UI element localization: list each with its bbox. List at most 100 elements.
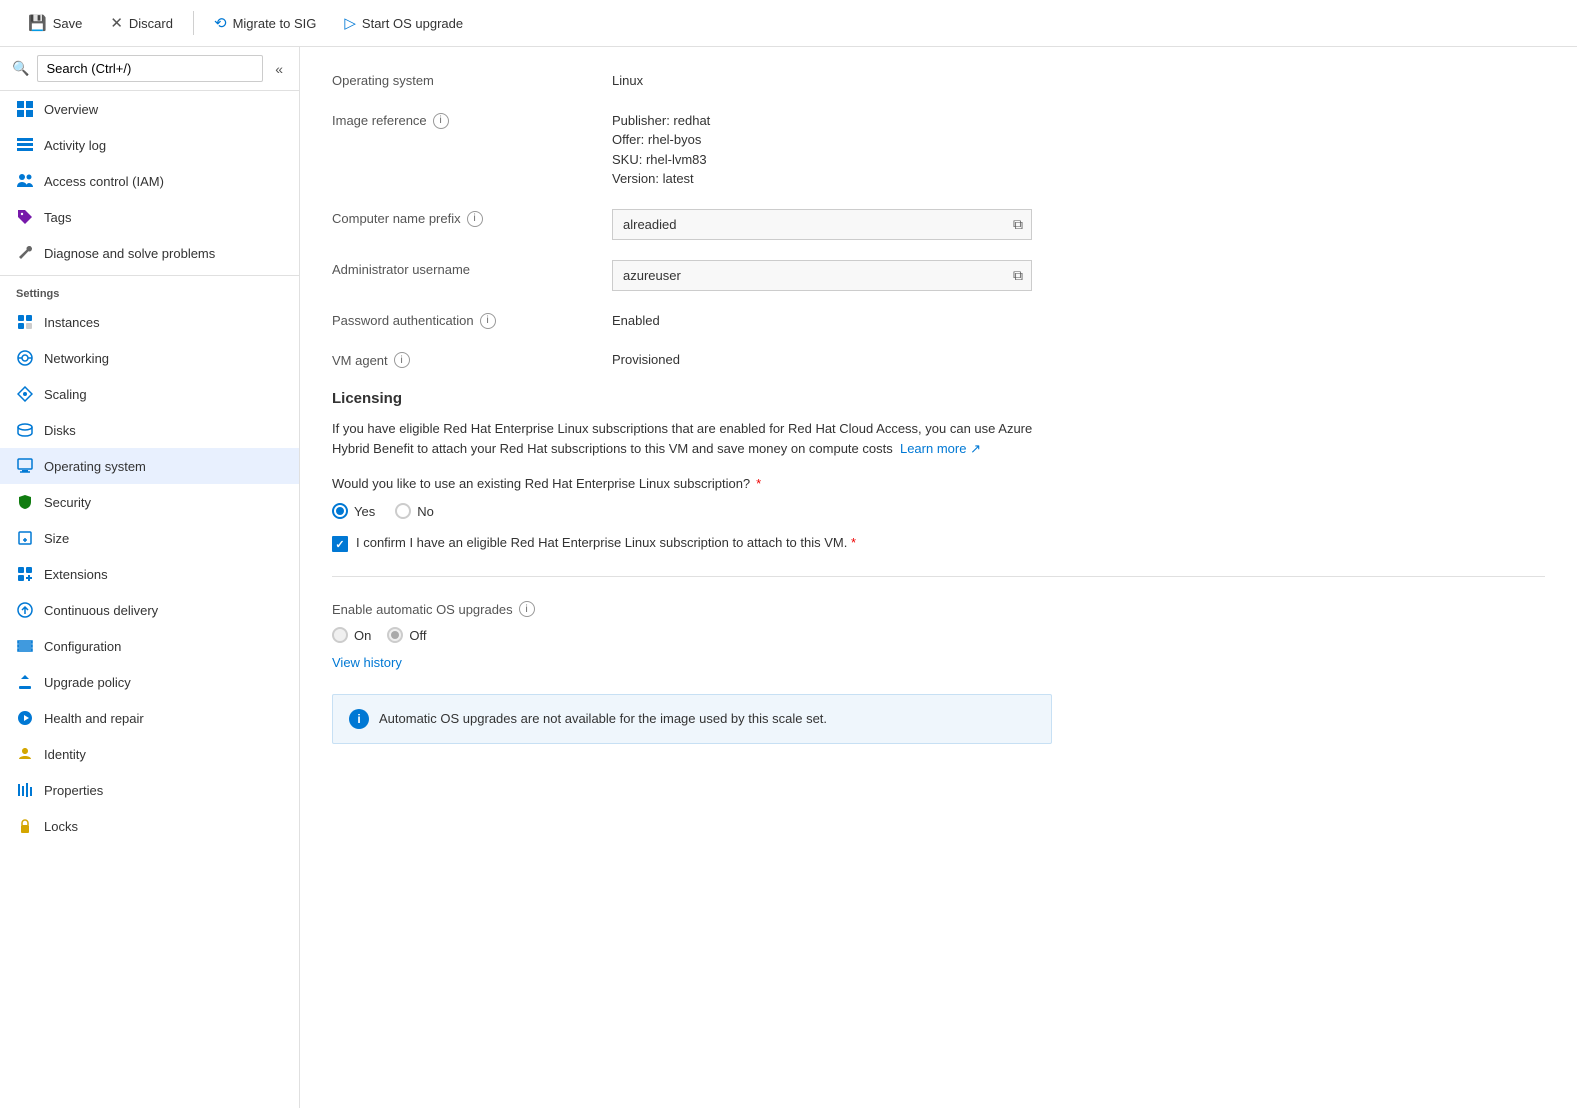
people-icon [16,172,34,190]
radio-no-circle [395,503,411,519]
sidebar: 🔍 « Overview Activity log Access control… [0,47,300,1108]
image-ref-info-icon[interactable]: i [433,113,449,129]
start-upgrade-icon: ▷ [344,14,356,32]
save-icon: 💾 [28,14,47,32]
os-label: Operating system [332,71,612,88]
computer-name-value: ⧉ [612,209,1545,240]
sidebar-label-instances: Instances [44,315,100,330]
toolbar: 💾 Save ✕ Discard ⟲ Migrate to SIG ▷ Star… [0,0,1577,47]
computer-name-label: Computer name prefix i [332,209,612,227]
sidebar-item-diagnose[interactable]: Diagnose and solve problems [0,235,299,271]
sidebar-item-activity-log[interactable]: Activity log [0,127,299,163]
upgrade-icon [16,673,34,691]
admin-username-input[interactable] [613,262,1005,289]
image-ref-label: Image reference i [332,111,612,129]
image-ref-value: Publisher: redhat Offer: rhel-byos SKU: … [612,111,1545,189]
password-auth-info-icon[interactable]: i [480,313,496,329]
confirm-checkbox[interactable]: ✓ [332,536,348,552]
admin-username-copy-button[interactable]: ⧉ [1005,261,1031,290]
sidebar-label-tags: Tags [44,210,71,225]
vm-agent-row: VM agent i Provisioned [332,350,1545,370]
sidebar-item-identity[interactable]: Identity [0,736,299,772]
sidebar-label-health-repair: Health and repair [44,711,144,726]
search-icon: 🔍 [12,60,29,77]
radio-no-label: No [417,504,434,519]
sidebar-item-configuration[interactable]: Configuration [0,628,299,664]
list-icon [16,136,34,154]
sidebar-label-continuous-delivery: Continuous delivery [44,603,158,618]
sidebar-label-extensions: Extensions [44,567,108,582]
auto-upgrade-off-label: Off [409,628,426,643]
admin-username-value: ⧉ [612,260,1545,291]
sidebar-item-continuous-delivery[interactable]: Continuous delivery [0,592,299,628]
settings-section-label: Settings [0,275,299,304]
view-history-link[interactable]: View history [332,655,402,670]
sidebar-item-disks[interactable]: Disks [0,412,299,448]
sidebar-item-networking[interactable]: Networking [0,340,299,376]
sidebar-item-properties[interactable]: Properties [0,772,299,808]
main-content: Operating system Linux Image reference i… [300,47,1577,1108]
computer-name-input[interactable] [613,211,1005,238]
radio-no-option[interactable]: No [395,503,434,519]
vm-agent-label: VM agent i [332,350,612,368]
sidebar-item-upgrade-policy[interactable]: Upgrade policy [0,664,299,700]
auto-upgrade-section: Enable automatic OS upgrades i On Off Vi… [332,601,1545,686]
licensing-desc: If you have eligible Red Hat Enterprise … [332,419,1052,461]
password-auth-value: Enabled [612,311,1545,331]
learn-more-link[interactable]: Learn more ↗ [900,441,981,456]
save-button[interactable]: 💾 Save [16,8,94,38]
computer-name-row: Computer name prefix i ⧉ [332,209,1545,240]
extensions-icon [16,565,34,583]
discard-button[interactable]: ✕ Discard [98,8,185,38]
search-input[interactable] [37,55,263,82]
auto-upgrade-off-option[interactable]: Off [387,627,426,643]
admin-username-row: Administrator username ⧉ [332,260,1545,291]
sidebar-item-operating-system[interactable]: Operating system [0,448,299,484]
sidebar-item-overview[interactable]: Overview [0,91,299,127]
sidebar-item-locks[interactable]: Locks [0,808,299,844]
licensing-title: Licensing [332,390,1545,407]
tag-icon [16,208,34,226]
computer-name-input-wrapper: ⧉ [612,209,1032,240]
sidebar-item-health-repair[interactable]: Health and repair [0,700,299,736]
collapse-sidebar-button[interactable]: « [271,57,287,81]
admin-username-label: Administrator username [332,260,612,277]
sidebar-item-size[interactable]: Size [0,520,299,556]
health-icon [16,709,34,727]
sidebar-item-access-control[interactable]: Access control (IAM) [0,163,299,199]
os-icon [16,457,34,475]
required-star-confirm: * [851,535,856,550]
sidebar-item-instances[interactable]: Instances [0,304,299,340]
vm-agent-info-icon[interactable]: i [394,352,410,368]
section-divider [332,576,1545,577]
radio-yes-option[interactable]: Yes [332,503,375,519]
security-icon [16,493,34,511]
auto-upgrade-radio-group: On Off [332,627,1545,643]
instances-icon [16,313,34,331]
properties-icon [16,781,34,799]
computer-name-info-icon[interactable]: i [467,211,483,227]
computer-name-copy-button[interactable]: ⧉ [1005,210,1031,239]
sidebar-item-tags[interactable]: Tags [0,199,299,235]
sidebar-label-locks: Locks [44,819,78,834]
sidebar-label-configuration: Configuration [44,639,121,654]
auto-upgrade-label: Enable automatic OS upgrades i [332,601,1545,617]
networking-icon [16,349,34,367]
locks-icon [16,817,34,835]
sidebar-label-networking: Networking [44,351,109,366]
sidebar-label-identity: Identity [44,747,86,762]
sidebar-item-extensions[interactable]: Extensions [0,556,299,592]
sidebar-label-activity-log: Activity log [44,138,106,153]
auto-upgrade-on-label: On [354,628,371,643]
sidebar-item-security[interactable]: Security [0,484,299,520]
migrate-sig-button[interactable]: ⟲ Migrate to SIG [202,8,328,38]
auto-upgrade-info-icon[interactable]: i [519,601,535,617]
auto-upgrade-on-option[interactable]: On [332,627,371,643]
confirm-label: I confirm I have an eligible Red Hat Ent… [356,535,856,550]
start-os-upgrade-button[interactable]: ▷ Start OS upgrade [332,8,475,38]
sidebar-item-scaling[interactable]: Scaling [0,376,299,412]
password-auth-row: Password authentication i Enabled [332,311,1545,331]
sidebar-label-scaling: Scaling [44,387,87,402]
sidebar-label-overview: Overview [44,102,98,117]
scaling-icon [16,385,34,403]
